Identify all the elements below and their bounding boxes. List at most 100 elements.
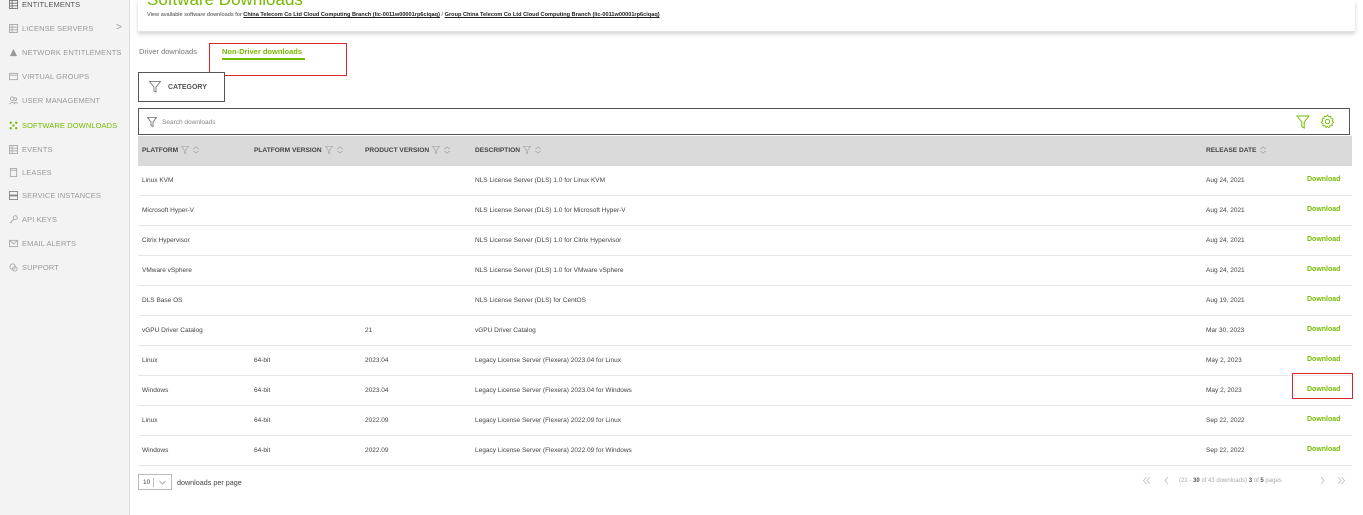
range-prefix: (21 -: [1179, 478, 1194, 484]
table-row: vGPU Driver Catalog 21 vGPU Driver Catal…: [138, 316, 1352, 346]
sidebar-item-label: LEASES: [22, 167, 52, 177]
tab-driver-downloads[interactable]: Driver downloads: [139, 47, 197, 56]
filter-icon[interactable]: [523, 146, 532, 154]
table-row: Citrix Hypervisor NLS License Server (DL…: [138, 226, 1352, 256]
column-header-description[interactable]: DESCRIPTION: [475, 146, 542, 154]
sort-icon[interactable]: [534, 146, 542, 154]
cell-release-date: Sep 22, 2022: [1206, 417, 1245, 424]
double-chevron-left-icon: [1142, 476, 1151, 485]
column-header-product-version[interactable]: PRODUCT VERSION: [365, 146, 451, 154]
grid-list-icon: [8, 0, 18, 9]
search-input[interactable]: [162, 115, 762, 129]
table-row: Windows 64-bit 2023.04 Legacy License Se…: [138, 376, 1352, 406]
sidebar-item-support[interactable]: SUPPORT: [0, 257, 130, 277]
cell-description: Legacy License Server (Flexera) 2023.04 …: [475, 387, 632, 394]
cell-release-date: Aug 24, 2021: [1206, 267, 1245, 274]
sidebar: ENTITLEMENTS LICENSE SERVERS > NETWORK E…: [0, 0, 130, 515]
last-page-button[interactable]: [1337, 476, 1346, 487]
sidebar-item-label: SOFTWARE DOWNLOADS: [22, 120, 118, 130]
cell-platform: Microsoft Hyper-V: [142, 207, 195, 214]
cell-product-version: 2023.04: [365, 357, 389, 364]
sidebar-item-label: EVENTS: [22, 144, 53, 154]
filter-icon[interactable]: [324, 146, 333, 154]
highlight-box-download: [1292, 373, 1353, 399]
org-link[interactable]: China Telecom Co Ltd Cloud Computing Bra…: [243, 12, 440, 18]
cell-product-version: 2022.09: [365, 447, 389, 454]
download-nodes-icon: [8, 121, 18, 130]
column-header-release-date[interactable]: RELEASE DATE: [1206, 146, 1267, 154]
column-header-label: RELEASE DATE: [1206, 146, 1257, 154]
table-row: Linux 64-bit 2023.04 Legacy License Serv…: [138, 346, 1352, 376]
download-link[interactable]: Download: [1307, 446, 1340, 453]
cell-description: NLS License Server (DLS) for CentOS: [475, 297, 586, 304]
sort-icon[interactable]: [443, 146, 451, 154]
sidebar-item-leases[interactable]: LEASES: [0, 162, 130, 182]
sidebar-item-virtual-groups[interactable]: VIRTUAL GROUPS: [0, 66, 130, 86]
next-page-button[interactable]: [1318, 476, 1327, 487]
filter-icon: [149, 81, 161, 93]
sidebar-item-user-management[interactable]: USER MANAGEMENT: [0, 90, 130, 110]
sort-icon[interactable]: [336, 146, 344, 154]
sidebar-item-events[interactable]: EVENTS: [0, 139, 130, 159]
download-link[interactable]: Download: [1307, 326, 1340, 333]
cell-platform: Windows: [142, 387, 169, 394]
cell-description: Legacy License Server (Flexera) 2023.04 …: [475, 357, 621, 364]
sidebar-item-label: SUPPORT: [22, 262, 59, 272]
sidebar-item-label: NETWORK ENTITLEMENTS: [22, 47, 122, 57]
pages-label: pages: [1263, 478, 1282, 484]
cell-platform: Windows: [142, 447, 169, 454]
cell-release-date: Mar 30, 2023: [1206, 327, 1245, 334]
column-header-platform-version[interactable]: PLATFORM VERSION: [254, 146, 344, 154]
sidebar-item-license-servers[interactable]: LICENSE SERVERS >: [0, 18, 130, 38]
sidebar-item-label: SERVICE INSTANCES: [22, 190, 101, 200]
cell-description: NLS License Server (DLS) 1.0 for Citrix …: [475, 237, 622, 244]
previous-page-button[interactable]: [1162, 476, 1171, 487]
download-link[interactable]: Download: [1307, 176, 1340, 183]
download-link[interactable]: Download: [1307, 296, 1340, 303]
cell-release-date: May 2, 2023: [1206, 357, 1242, 364]
column-header-platform[interactable]: PLATFORM: [142, 146, 200, 154]
events-icon: [8, 144, 18, 154]
download-link[interactable]: Download: [1307, 356, 1340, 363]
double-chevron-right-icon: [1337, 476, 1346, 485]
sort-icon[interactable]: [1259, 146, 1267, 154]
sidebar-item-api-keys[interactable]: API KEYS: [0, 209, 130, 229]
sidebar-item-service-instances[interactable]: SERVICE INSTANCES: [0, 185, 130, 205]
cell-product-version: 2022.09: [365, 417, 389, 424]
per-page-select[interactable]: 10: [138, 474, 172, 490]
cell-platform-version: 64-bit: [254, 357, 271, 364]
mail-icon: [8, 239, 18, 248]
sidebar-item-network-entitlements[interactable]: NETWORK ENTITLEMENTS: [0, 42, 130, 62]
chevron-right-icon[interactable]: >: [116, 22, 122, 33]
sidebar-item-label: LICENSE SERVERS: [22, 23, 94, 33]
page-title: Software Downloads: [147, 0, 303, 10]
cell-release-date: Aug 24, 2021: [1206, 207, 1245, 214]
per-page-label: downloads per page: [177, 478, 242, 487]
cell-platform-version: 64-bit: [254, 417, 271, 424]
cell-platform: Linux KVM: [142, 177, 174, 184]
download-link[interactable]: Download: [1307, 236, 1340, 243]
page-header: Software Downloads View available softwa…: [138, 0, 1355, 32]
cell-description: NLS License Server (DLS) 1.0 for Microso…: [475, 207, 626, 214]
sidebar-item-email-alerts[interactable]: EMAIL ALERTS: [0, 233, 130, 253]
group-link[interactable]: Group China Telecom Co Ltd Cloud Computi…: [445, 12, 660, 18]
cell-platform: Linux: [142, 417, 158, 424]
sidebar-item-entitlements[interactable]: ENTITLEMENTS: [0, 0, 130, 14]
sidebar-item-software-downloads[interactable]: SOFTWARE DOWNLOADS: [0, 115, 130, 135]
sort-icon[interactable]: [192, 146, 200, 154]
gear-icon[interactable]: [1320, 114, 1335, 129]
sidebar-item-label: ENTITLEMENTS: [22, 0, 81, 9]
cell-product-version: 21: [365, 327, 373, 334]
filter-icon[interactable]: [432, 146, 441, 154]
download-link[interactable]: Download: [1307, 416, 1340, 423]
first-page-button[interactable]: [1142, 476, 1151, 487]
chevron-down-icon: [159, 480, 166, 485]
filter-icon[interactable]: [181, 146, 190, 154]
subtitle-prefix: View available software downloads for: [147, 12, 244, 18]
download-link[interactable]: Download: [1307, 266, 1340, 273]
filter-icon[interactable]: [1296, 115, 1310, 129]
support-icon: [8, 262, 18, 272]
download-link[interactable]: Download: [1307, 206, 1340, 213]
category-filter-button[interactable]: CATEGORY: [138, 72, 225, 102]
cell-release-date: Aug 24, 2021: [1206, 177, 1245, 184]
